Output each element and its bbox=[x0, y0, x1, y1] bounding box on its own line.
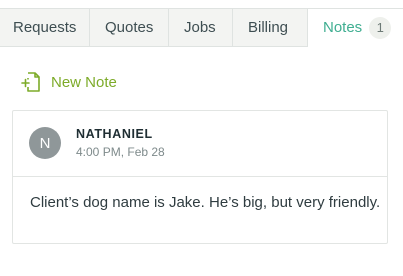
tab-notes[interactable]: Notes 1 bbox=[308, 8, 403, 47]
tab-label: Jobs bbox=[184, 19, 216, 36]
note-card: N NATHANIEL 4:00 PM, Feb 28 Client’s dog… bbox=[12, 110, 388, 244]
note-body: Client’s dog name is Jake. He’s big, but… bbox=[30, 194, 381, 211]
tab-label: Notes bbox=[323, 19, 363, 36]
avatar: N bbox=[29, 127, 61, 159]
tab-label: Quotes bbox=[105, 19, 154, 36]
tab-label: Requests bbox=[13, 19, 77, 36]
note-author: NATHANIEL bbox=[76, 127, 153, 141]
tab-quotes[interactable]: Quotes bbox=[90, 8, 169, 47]
tab-bar: Requests Quotes Jobs Billing Notes 1 bbox=[0, 8, 403, 47]
tab-jobs[interactable]: Jobs bbox=[169, 8, 233, 47]
tab-billing[interactable]: Billing bbox=[233, 8, 308, 47]
note-timestamp: 4:00 PM, Feb 28 bbox=[76, 145, 165, 159]
tab-requests[interactable]: Requests bbox=[0, 8, 90, 47]
add-document-icon bbox=[21, 71, 41, 93]
new-note-button[interactable]: New Note bbox=[21, 71, 117, 93]
avatar-initial: N bbox=[39, 134, 51, 152]
note-header: N NATHANIEL 4:00 PM, Feb 28 bbox=[13, 111, 387, 177]
new-note-label: New Note bbox=[51, 73, 117, 91]
tab-label: Billing bbox=[248, 19, 289, 36]
notes-count-badge: 1 bbox=[369, 16, 392, 39]
